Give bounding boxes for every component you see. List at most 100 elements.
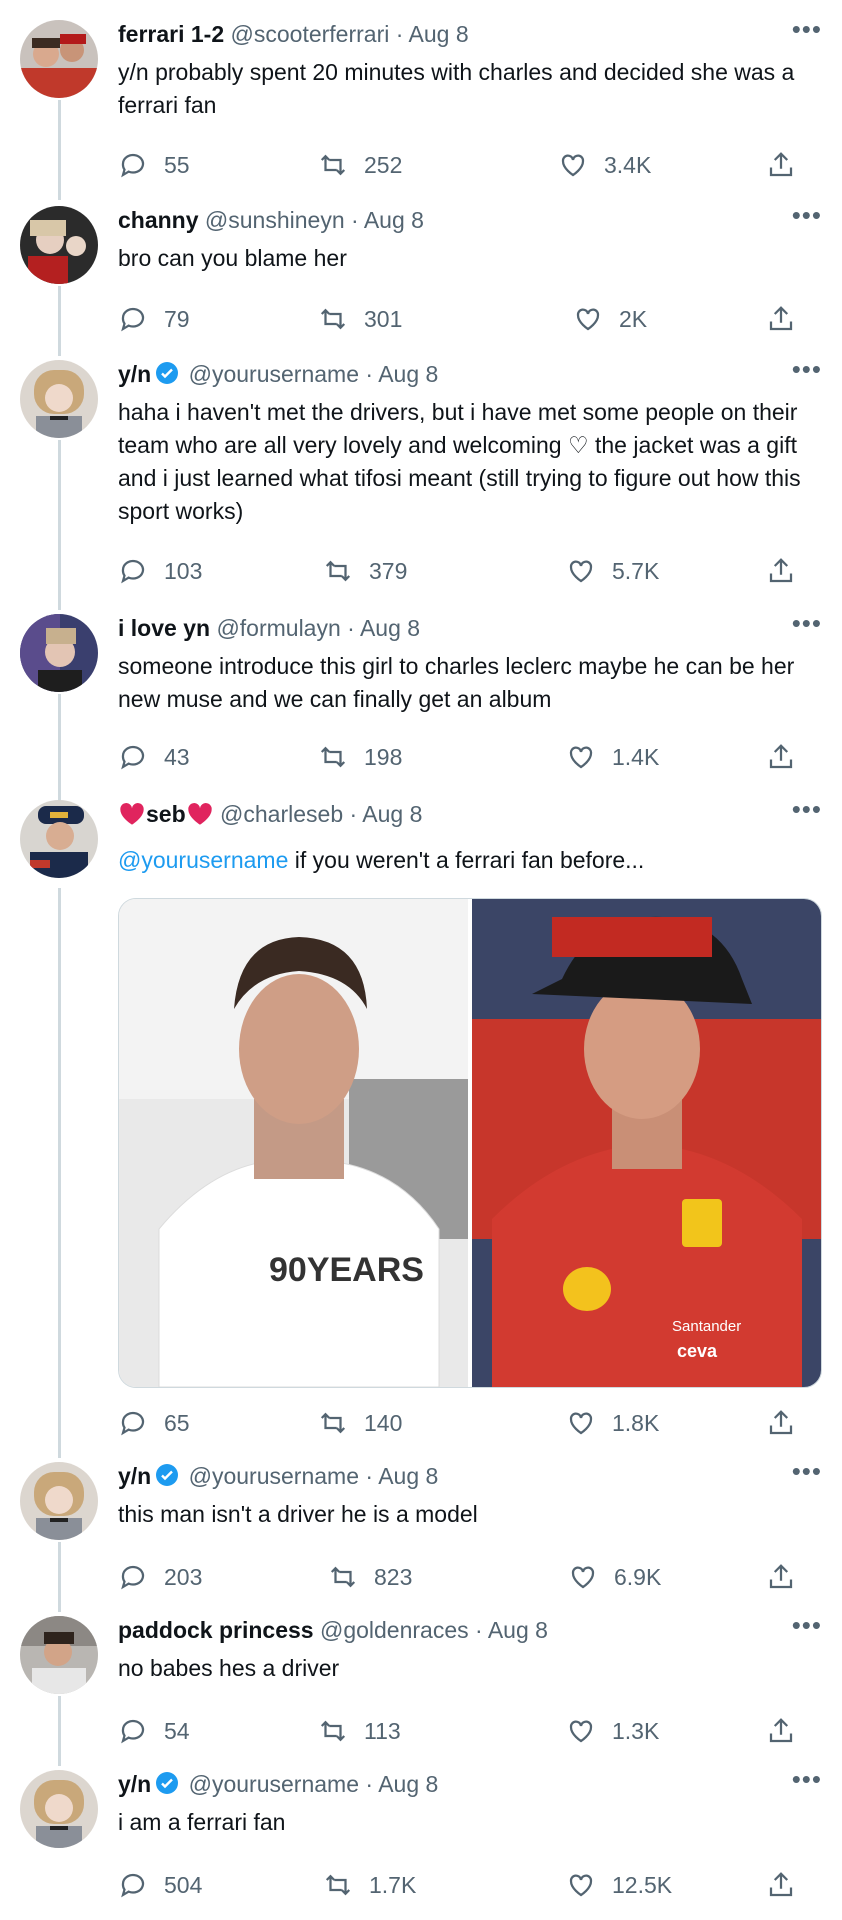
display-name[interactable]: i love yn bbox=[118, 615, 210, 641]
like-count: 6.9K bbox=[614, 1563, 662, 1590]
user-handle[interactable]: @scooterferrari bbox=[231, 21, 390, 47]
tweet-text: this man isn't a driver he is a model bbox=[118, 1501, 478, 1527]
tweet-date[interactable]: Aug 8 bbox=[488, 1617, 548, 1643]
tweet-header: ferrari 1-2 @scooterferrari · Aug 8 bbox=[118, 20, 782, 48]
more-icon[interactable]: ••• bbox=[792, 1764, 822, 1795]
more-icon[interactable]: ••• bbox=[792, 200, 822, 231]
display-name[interactable]: y/n bbox=[118, 1463, 151, 1489]
avatar[interactable] bbox=[20, 614, 98, 692]
reply-button[interactable]: 504 bbox=[118, 1870, 202, 1900]
separator-dot: · bbox=[475, 1617, 483, 1643]
avatar[interactable] bbox=[20, 1770, 98, 1848]
retweet-button[interactable]: 140 bbox=[318, 1408, 402, 1438]
retweet-button[interactable]: 113 bbox=[318, 1716, 401, 1746]
like-button[interactable]: 6.9K bbox=[568, 1562, 661, 1592]
tweet-header: paddock princess @goldenraces · Aug 8 bbox=[118, 1616, 782, 1644]
like-button[interactable]: 1.3K bbox=[566, 1716, 659, 1746]
like-icon bbox=[561, 154, 585, 177]
user-handle[interactable]: @formulayn bbox=[216, 615, 340, 641]
like-button[interactable]: 1.8K bbox=[566, 1408, 659, 1438]
tweet-date[interactable]: Aug 8 bbox=[360, 615, 420, 641]
reply-button[interactable]: 203 bbox=[118, 1562, 202, 1592]
like-count: 2K bbox=[619, 305, 648, 332]
user-handle[interactable]: @yourusername bbox=[189, 361, 359, 387]
user-handle[interactable]: @charleseb bbox=[220, 801, 343, 827]
more-icon[interactable]: ••• bbox=[792, 608, 822, 639]
user-handle[interactable]: @sunshineyn bbox=[205, 207, 345, 233]
like-count: 5.7K bbox=[612, 557, 660, 584]
more-icon[interactable]: ••• bbox=[792, 1456, 822, 1487]
reply-button[interactable]: 79 bbox=[118, 304, 190, 334]
reply-button[interactable]: 65 bbox=[118, 1408, 190, 1438]
like-button[interactable]: 1.4K bbox=[566, 742, 659, 772]
reply-button[interactable]: 103 bbox=[118, 556, 202, 586]
like-icon bbox=[569, 560, 593, 583]
like-button[interactable]: 12.5K bbox=[566, 1870, 672, 1900]
reply-button[interactable]: 43 bbox=[118, 742, 190, 772]
more-icon[interactable]: ••• bbox=[792, 1610, 822, 1641]
tweet-actions: 203 823 6.9K bbox=[118, 1562, 822, 1598]
like-button[interactable]: 5.7K bbox=[566, 556, 659, 586]
user-handle[interactable]: @goldenraces bbox=[320, 1617, 469, 1643]
separator-dot: · bbox=[349, 801, 358, 827]
like-button[interactable]: 2K bbox=[573, 304, 647, 334]
retweet-button[interactable]: 1.7K bbox=[323, 1870, 416, 1900]
share-button[interactable] bbox=[766, 1870, 812, 1900]
thread-line bbox=[58, 888, 61, 1458]
avatar[interactable] bbox=[20, 1616, 98, 1694]
tweet-text: y/n probably spent 20 minutes with charl… bbox=[118, 59, 795, 118]
heart-icon bbox=[120, 803, 144, 825]
tweet-header: y/n @yourusername · Aug 8 bbox=[118, 360, 782, 388]
like-button[interactable]: 3.4K bbox=[558, 150, 651, 180]
display-name[interactable]: paddock princess bbox=[118, 1617, 314, 1643]
reply-icon bbox=[121, 1719, 145, 1744]
display-name[interactable]: seb bbox=[146, 801, 186, 827]
retweet-count: 379 bbox=[369, 557, 408, 584]
tweet-date[interactable]: Aug 8 bbox=[378, 1463, 438, 1489]
avatar[interactable] bbox=[20, 206, 98, 284]
user-handle[interactable]: @yourusername bbox=[189, 1463, 359, 1489]
reply-button[interactable]: 54 bbox=[118, 1716, 190, 1746]
share-button[interactable] bbox=[766, 742, 812, 772]
avatar[interactable] bbox=[20, 360, 98, 438]
tweet-actions: 43 198 1.4K bbox=[118, 742, 822, 778]
tweet-media[interactable]: 90YEARS Santander ceva bbox=[118, 898, 822, 1388]
display-name[interactable]: y/n bbox=[118, 361, 151, 387]
retweet-button[interactable]: 379 bbox=[323, 556, 407, 586]
media-image-left[interactable]: 90YEARS bbox=[119, 899, 468, 1387]
retweet-button[interactable]: 823 bbox=[328, 1562, 412, 1592]
tweet-date[interactable]: Aug 8 bbox=[409, 21, 469, 47]
display-name[interactable]: ferrari 1-2 bbox=[118, 21, 224, 47]
share-button[interactable] bbox=[766, 1408, 812, 1438]
tweet-date[interactable]: Aug 8 bbox=[378, 361, 438, 387]
display-name[interactable]: channy bbox=[118, 207, 199, 233]
retweet-icon bbox=[330, 1566, 356, 1588]
media-image-right[interactable]: Santander ceva bbox=[472, 899, 821, 1387]
more-icon[interactable]: ••• bbox=[792, 794, 822, 825]
user-handle[interactable]: @yourusername bbox=[189, 1771, 359, 1797]
retweet-button[interactable]: 301 bbox=[318, 304, 402, 334]
mention-link[interactable]: @yourusername bbox=[118, 847, 288, 873]
display-name[interactable]: y/n bbox=[118, 1771, 151, 1797]
tweet-date[interactable]: Aug 8 bbox=[378, 1771, 438, 1797]
reply-count: 79 bbox=[164, 305, 190, 332]
tweet-date[interactable]: Aug 8 bbox=[364, 207, 424, 233]
reply-count: 43 bbox=[164, 743, 190, 770]
share-button[interactable] bbox=[766, 556, 812, 586]
avatar[interactable] bbox=[20, 20, 98, 98]
share-button[interactable] bbox=[766, 1716, 812, 1746]
retweet-button[interactable]: 198 bbox=[318, 742, 402, 772]
share-icon bbox=[769, 1718, 793, 1743]
reply-button[interactable]: 55 bbox=[118, 150, 190, 180]
retweet-button[interactable]: 252 bbox=[318, 150, 402, 180]
share-icon bbox=[769, 1564, 793, 1589]
avatar[interactable] bbox=[20, 1462, 98, 1540]
tweet-date[interactable]: Aug 8 bbox=[362, 801, 422, 827]
tweet-actions: 504 1.7K 12.5K bbox=[118, 1870, 822, 1906]
avatar[interactable] bbox=[20, 800, 98, 878]
share-button[interactable] bbox=[766, 304, 812, 334]
share-button[interactable] bbox=[766, 1562, 812, 1592]
share-button[interactable] bbox=[766, 150, 812, 180]
more-icon[interactable]: ••• bbox=[792, 14, 822, 45]
more-icon[interactable]: ••• bbox=[792, 354, 822, 385]
